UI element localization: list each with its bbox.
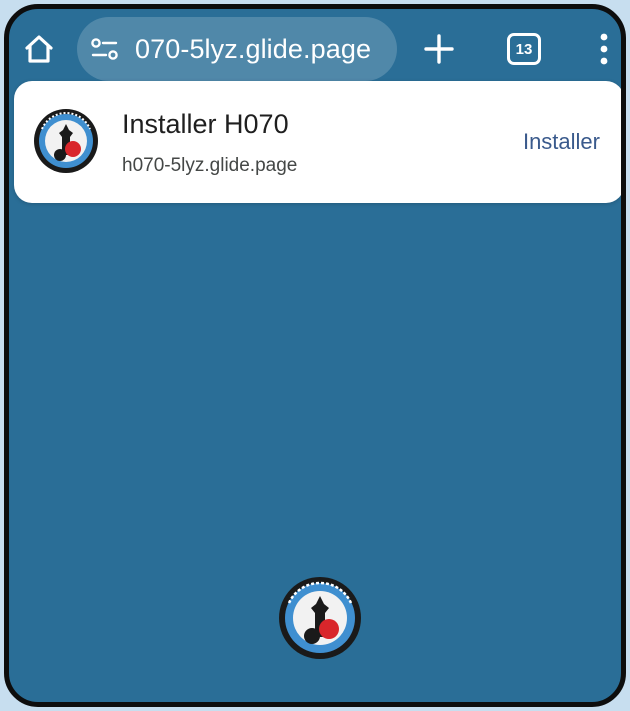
plus-icon xyxy=(424,34,454,64)
home-icon xyxy=(25,35,53,63)
phone-screen: 070-5lyz.glide.page 13 Installer H070 h0… xyxy=(4,4,626,707)
app-logo-icon xyxy=(34,109,98,173)
home-button[interactable] xyxy=(17,27,61,71)
tune-icon[interactable] xyxy=(90,37,120,61)
splash-logo-icon xyxy=(279,577,361,659)
install-app-banner[interactable]: Installer H070 h070-5lyz.glide.page Inst… xyxy=(14,81,621,203)
install-title: Installer H070 xyxy=(122,109,289,139)
menu-button[interactable] xyxy=(589,29,619,69)
tab-switcher-button[interactable]: 13 xyxy=(507,33,541,65)
tab-count: 13 xyxy=(515,40,533,58)
install-button[interactable]: Installer xyxy=(523,129,600,155)
browser-toolbar: 070-5lyz.glide.page 13 xyxy=(9,9,621,87)
url-text[interactable]: 070-5lyz.glide.page xyxy=(135,33,371,65)
install-url: h070-5lyz.glide.page xyxy=(122,155,298,176)
address-bar[interactable]: 070-5lyz.glide.page xyxy=(77,17,397,81)
more-vert-icon xyxy=(600,33,608,65)
new-tab-button[interactable] xyxy=(421,31,457,67)
screenshot-frame: 070-5lyz.glide.page 13 Installer H070 h0… xyxy=(0,0,630,711)
